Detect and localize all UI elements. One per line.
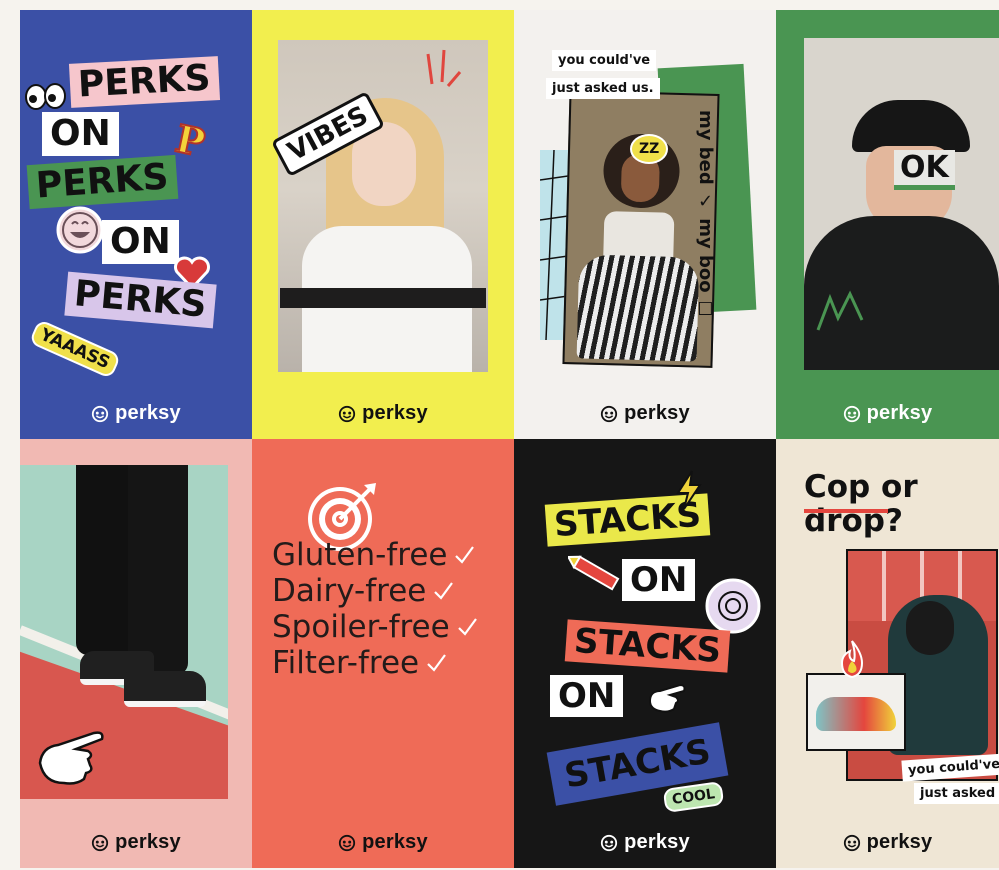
eyes-sticker-icon — [25, 83, 66, 110]
cool-sticker: COOL — [662, 781, 725, 813]
perksy-logo-icon — [92, 405, 109, 422]
shoe-photo — [806, 673, 906, 751]
tag-perks-1: PERKS — [68, 56, 220, 108]
free-list: Gluten-free Dairy-free Spoiler-free Filt… — [272, 537, 478, 681]
tag-on-2: ON — [102, 220, 179, 264]
zz-sticker: ZZ — [630, 134, 669, 164]
tag-on-2: ON — [550, 675, 624, 717]
perksy-logo-text: perksy — [624, 402, 690, 424]
poster-free: Gluten-free Dairy-free Spoiler-free Filt… — [252, 439, 514, 868]
perksy-logo-text: perksy — [115, 831, 181, 853]
poster-shoes: perksy — [20, 439, 252, 868]
caption-line-2: just asked us — [914, 783, 999, 804]
perksy-logo-icon — [843, 405, 860, 422]
list-item-label: Gluten-free — [272, 537, 448, 573]
list-item: Dairy-free — [272, 573, 478, 609]
camera-sticker-icon — [705, 578, 761, 634]
poster-vibes: VIBES perksy — [252, 10, 514, 439]
p-sticker: P — [171, 115, 210, 167]
yaaass-sticker: YAAASS — [28, 318, 122, 380]
check-icon — [427, 654, 446, 672]
perksy-logo: perksy — [776, 831, 999, 854]
tag-perks-2: PERKS — [26, 154, 178, 210]
perksy-logo-icon — [843, 834, 860, 851]
lightning-icon — [676, 470, 702, 510]
headline-underline — [804, 509, 888, 513]
perksy-logo: perksy — [776, 402, 999, 425]
list-item: Spoiler-free — [272, 609, 478, 645]
shoe-shape — [816, 697, 896, 731]
shoe-right-shape — [124, 671, 206, 707]
check-icon — [434, 582, 454, 600]
ok-sticker: OK — [894, 150, 955, 190]
perksy-logo: perksy — [514, 402, 776, 425]
perksy-logo: perksy — [20, 831, 252, 854]
headline-line-1: Cop or — [804, 469, 918, 505]
list-item-label: Dairy-free — [272, 573, 427, 609]
perksy-logo-text: perksy — [866, 831, 933, 853]
pointing-hand-icon — [38, 731, 104, 785]
poster-cop: Cop or drop? you could've just asked us … — [776, 439, 999, 868]
perksy-logo-icon — [339, 834, 356, 851]
check-icon — [457, 618, 477, 636]
perksy-logo: perksy — [514, 831, 776, 854]
list-item-label: Spoiler-free — [272, 609, 450, 645]
list-item: Filter-free — [272, 645, 478, 681]
fire-icon — [840, 640, 864, 679]
tag-on-1: ON — [622, 559, 696, 601]
poster-ok: OK perksy — [776, 10, 999, 439]
perksy-logo-text: perksy — [624, 831, 690, 853]
poster-stacks: STACKS ON STACKS ON STACKS COOL perksy — [514, 439, 776, 868]
legs-shape — [576, 254, 700, 362]
poster-asked: ZZ you could've just asked us. my bed ✓ … — [514, 10, 776, 439]
cap-shape — [852, 100, 970, 152]
poster-grid: PERKS ON P PERKS ON PERKS YAAASS perksy — [20, 10, 999, 868]
list-item: Gluten-free — [272, 537, 478, 573]
burst-lines-icon — [426, 49, 462, 87]
check-icon — [455, 546, 475, 564]
perksy-logo-icon — [601, 405, 618, 422]
perksy-logo-icon — [601, 834, 618, 851]
perksy-logo-text: perksy — [866, 402, 933, 424]
smiley-sticker-icon — [56, 206, 104, 254]
sleeve-shape — [280, 288, 486, 308]
perksy-logo-text: perksy — [115, 402, 181, 424]
leg-right-shape — [128, 465, 188, 675]
caption-line-1: you could've — [552, 50, 657, 71]
poster-perks: PERKS ON P PERKS ON PERKS YAAASS perksy — [20, 10, 252, 439]
head-shape — [906, 601, 954, 655]
perksy-logo-text: perksy — [362, 402, 428, 424]
list-item-label: Filter-free — [272, 645, 420, 681]
caption-line-2: just asked us. — [546, 78, 660, 99]
zigzag-icon — [816, 290, 864, 331]
perksy-logo: perksy — [20, 402, 252, 425]
pencil-sticker-icon — [568, 555, 620, 591]
perksy-logo: perksy — [252, 831, 514, 854]
tag-on-1: ON — [42, 112, 119, 156]
perksy-logo: perksy — [252, 402, 514, 425]
side-text: my bed ✓ my boo ☐ — [695, 110, 716, 320]
perksy-logo-icon — [339, 405, 356, 422]
perksy-logo-icon — [92, 834, 109, 851]
hand-sticker-icon — [648, 683, 686, 713]
perksy-logo-text: perksy — [362, 831, 428, 853]
leg-left-shape — [76, 465, 132, 655]
